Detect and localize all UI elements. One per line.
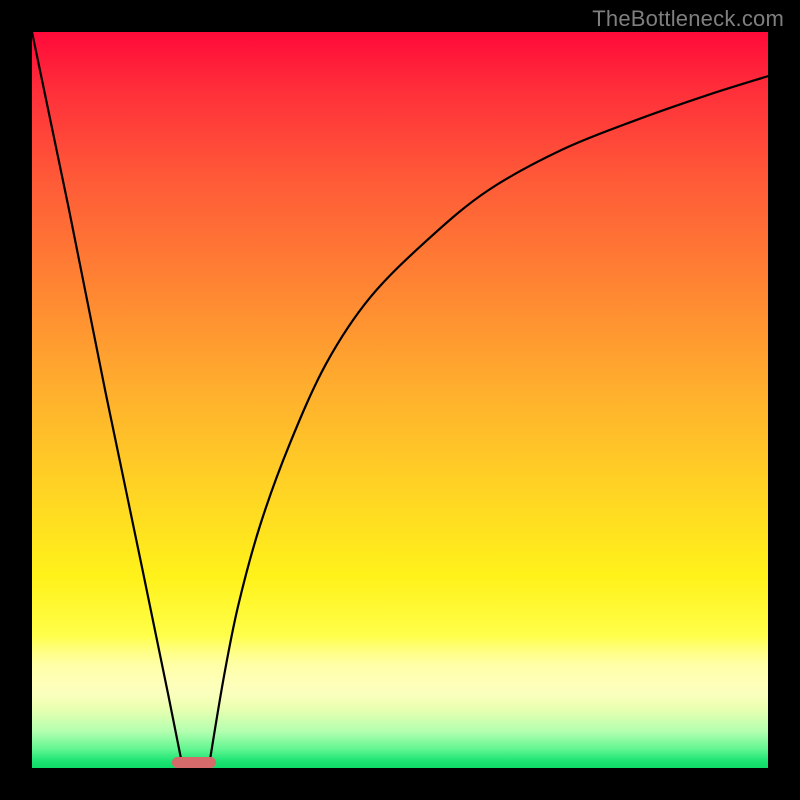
curve-left-branch [32, 32, 183, 768]
chart-frame: TheBottleneck.com [0, 0, 800, 800]
watermark-text: TheBottleneck.com [592, 6, 784, 32]
plot-area [32, 32, 768, 768]
curve-layer [32, 32, 768, 768]
curve-right-branch [209, 76, 768, 768]
min-marker [172, 757, 216, 768]
